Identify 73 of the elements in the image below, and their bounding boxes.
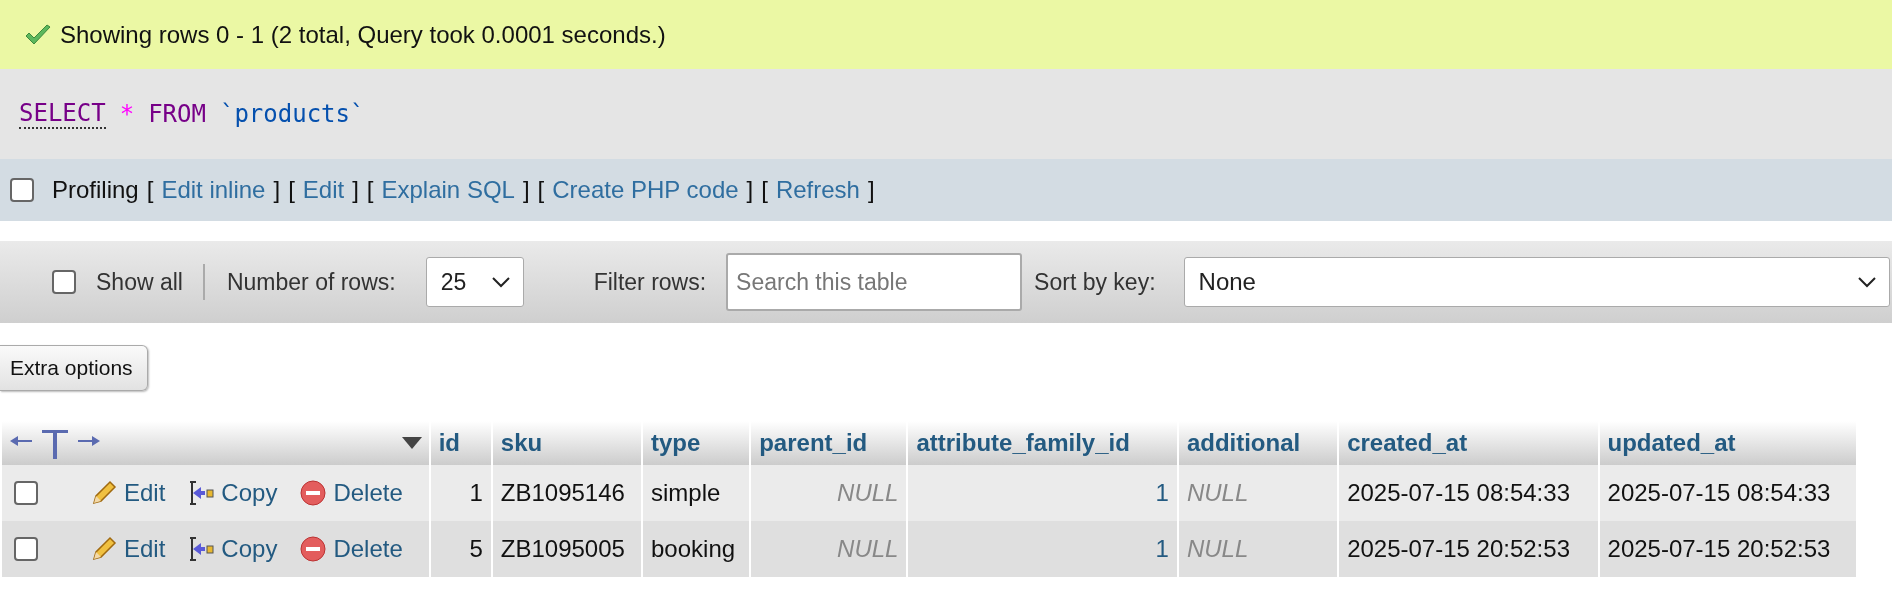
table-cell-text: ZB1095146 (499, 478, 626, 508)
edit-link[interactable]: Edit (90, 535, 166, 563)
table-cell-text: 1 (468, 478, 484, 508)
sort-select[interactable]: None (1183, 257, 1890, 307)
action-link[interactable]: Create PHP code (552, 176, 739, 204)
bracket: [ (366, 176, 374, 204)
edit-link[interactable]: Edit (90, 479, 166, 507)
action-link[interactable]: Edit inline (161, 176, 266, 204)
action-link[interactable]: Edit (302, 176, 345, 204)
action-link[interactable]: Refresh (775, 176, 860, 204)
copy-link[interactable]: Copy (187, 535, 278, 563)
sql-token: FROM (148, 100, 206, 128)
bracket: ] (746, 176, 754, 204)
show-all-label: Show all (96, 268, 183, 296)
pencil-icon (90, 479, 118, 507)
table-cell-text: 2025-07-15 20:52:53 (1606, 534, 1832, 564)
check-icon (24, 23, 52, 46)
profiling-label: Profiling (52, 176, 139, 204)
bracket: [ (288, 176, 295, 204)
table-cell-text: 5 (468, 534, 484, 564)
bracket: [ (761, 176, 768, 204)
sort-caret-icon[interactable] (400, 436, 423, 450)
column-header[interactable]: type (643, 421, 750, 465)
column-header[interactable]: additional (1178, 421, 1338, 465)
table-cell-text: 2025-07-15 08:54:33 (1346, 478, 1571, 508)
rows-select[interactable]: 25 (425, 257, 524, 307)
bracket: ] (867, 176, 875, 204)
table-cell-text: 1 (1154, 534, 1170, 564)
chevron-down-icon (490, 276, 511, 288)
delete-link[interactable]: Delete (299, 479, 403, 507)
checkbox[interactable] (14, 537, 38, 561)
table-cell-text: simple (650, 478, 722, 508)
sql-token: `products` (219, 100, 365, 128)
table-cell-text: ZB1095005 (499, 534, 626, 564)
table-cell-text: NULL (1185, 478, 1250, 508)
table-cell-text: 2025-07-15 20:52:53 (1346, 534, 1571, 564)
checkbox[interactable] (14, 481, 38, 505)
table-cell-text: NULL (836, 534, 900, 564)
checkbox[interactable] (52, 270, 76, 294)
rows-label: Number of rows: (226, 268, 396, 296)
bracket: [ (537, 176, 545, 204)
column-header[interactable]: sku (492, 421, 641, 465)
extra-options-button[interactable]: Extra options (0, 345, 148, 391)
column-header[interactable]: parent_id (751, 421, 907, 465)
column-header[interactable]: updated_at (1599, 421, 1856, 465)
chevron-down-icon (1857, 276, 1877, 288)
table-cell-text: booking (650, 534, 737, 564)
filter-label: Filter rows: (593, 268, 707, 296)
action-link[interactable]: Explain SQL (381, 176, 515, 204)
table-cell-text: NULL (1185, 534, 1250, 564)
sql-token: * (119, 100, 135, 128)
search-field[interactable]: Search this table (726, 253, 1023, 311)
pencil-icon (90, 535, 118, 563)
table-cell-text: 1 (1154, 478, 1170, 508)
copy-link[interactable]: Copy (187, 479, 278, 507)
table-cell-text: NULL (836, 478, 900, 508)
column-header[interactable]: created_at (1339, 421, 1598, 465)
copy-icon (187, 535, 216, 563)
sort-label: Sort by key: (1034, 268, 1156, 296)
delete-icon (299, 535, 328, 563)
checkbox[interactable] (10, 178, 34, 202)
bracket: ] (522, 176, 530, 204)
delete-link[interactable]: Delete (299, 535, 403, 563)
table-cell-text: 2025-07-15 08:54:33 (1606, 478, 1832, 508)
bracket: ] (352, 176, 359, 204)
column-header[interactable]: attribute_family_id (908, 421, 1177, 465)
copy-icon (187, 479, 216, 507)
column-header[interactable]: id (430, 421, 491, 465)
bracket: [ (146, 176, 154, 204)
delete-icon (299, 479, 328, 507)
success-text: Showing rows 0 - 1 (2 total, Query took 0.0001 seconds.) (60, 20, 666, 49)
sql-token[interactable]: SELECT (19, 99, 106, 129)
bracket: ] (273, 176, 281, 204)
